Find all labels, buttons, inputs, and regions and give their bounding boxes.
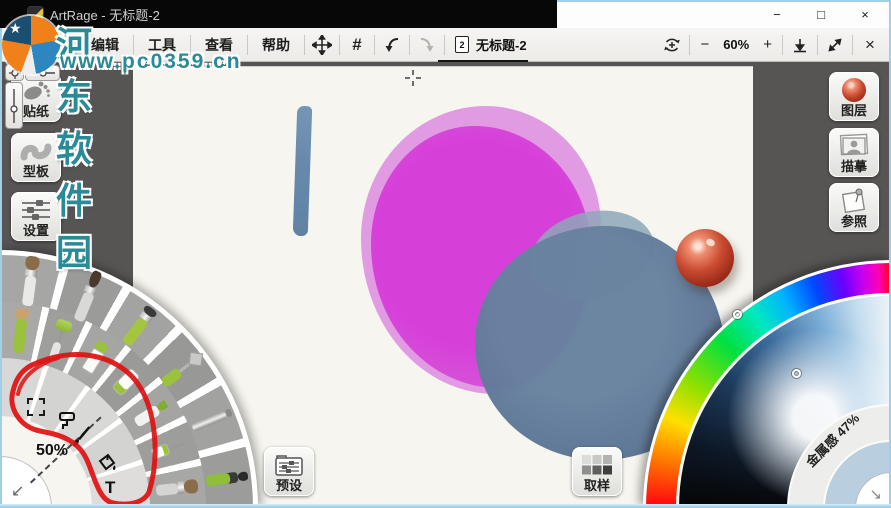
samples-button[interactable]: 取样	[572, 447, 622, 496]
titlebar-left[interactable]: ArtRage - 无标题-2	[0, 0, 557, 28]
divider	[190, 34, 191, 55]
menu-edit[interactable]: 编辑	[81, 35, 129, 55]
presets-button[interactable]: 预设	[264, 447, 314, 496]
precise-size-button[interactable]	[5, 64, 24, 81]
menu-file[interactable]: 文件	[24, 35, 72, 55]
grid-icon[interactable]: #	[344, 34, 370, 56]
fit-screen-icon[interactable]	[822, 34, 848, 56]
divider	[444, 34, 445, 55]
tracing-label: 描摹	[840, 159, 867, 174]
active-tab-underline	[438, 60, 528, 62]
collapse-arrow-icon: ↘	[869, 486, 882, 503]
text-tool[interactable]: T	[105, 478, 115, 498]
window-border	[0, 504, 891, 508]
menu-tools[interactable]: 工具	[138, 35, 186, 55]
divider	[817, 34, 818, 55]
paint-stroke-blue	[292, 105, 313, 237]
zoom-in-button[interactable]: +	[757, 36, 778, 53]
document-tab[interactable]: 2 无标题-2	[455, 35, 527, 54]
color-marker[interactable]	[792, 369, 801, 378]
tracing-image-icon	[829, 132, 879, 160]
layers-label: 图层	[840, 103, 867, 118]
samples-label: 取样	[583, 478, 610, 493]
divider	[689, 34, 691, 55]
maximize-button[interactable]: □	[799, 0, 843, 28]
layers-panel-button[interactable]: 图层	[829, 72, 879, 121]
menu-view[interactable]: 查看	[195, 35, 243, 55]
zoom-level: 60%	[723, 37, 750, 52]
window-border	[557, 0, 891, 2]
presets-label: 预设	[275, 478, 302, 493]
hue-marker[interactable]	[733, 310, 742, 319]
divider	[374, 34, 375, 55]
divider	[247, 34, 248, 55]
stencil-icon	[11, 137, 61, 165]
artrage-window: ArtRage - 无标题-2 − □ × 文件 编辑 工具 查看 帮助 # 2…	[0, 0, 891, 508]
crosshair-cursor	[405, 70, 421, 86]
pan-icon[interactable]	[309, 34, 335, 56]
document-icon: 2	[455, 36, 469, 53]
workspace: 贴纸 型板 设置 图层 描摹 参照 预设 取样 ↙ 50% T ↘ 金属感 47…	[0, 62, 891, 508]
layers-sphere-icon	[829, 76, 879, 104]
menu-help[interactable]: 帮助	[252, 35, 300, 55]
reference-panel-button[interactable]: 参照	[829, 183, 879, 232]
red-sphere-layer-object	[676, 229, 734, 287]
window-border	[0, 28, 2, 508]
settings-label: 设置	[22, 223, 49, 238]
pressure-slider-button[interactable]	[5, 82, 23, 129]
close-button[interactable]: ×	[843, 0, 887, 28]
transform-tool[interactable]	[56, 410, 78, 432]
window-title: ArtRage - 无标题-2	[50, 7, 160, 23]
divider	[782, 34, 783, 55]
collapse-arrow-icon: ↙	[11, 483, 25, 500]
pinned-photo-icon	[829, 187, 879, 215]
size-slider-button[interactable]	[25, 65, 60, 81]
reset-view-icon[interactable]	[659, 34, 685, 56]
stencils-panel-button[interactable]: 型板	[11, 133, 61, 182]
swatch-grid-icon	[572, 451, 622, 479]
settings-panel-button[interactable]: 设置	[11, 192, 61, 241]
close-workbench-icon[interactable]: ×	[857, 34, 883, 56]
sliders-icon	[11, 196, 61, 224]
divider	[852, 34, 853, 55]
presets-folder-icon	[264, 451, 314, 479]
fill-tool[interactable]	[95, 451, 120, 474]
stencils-label: 型板	[22, 164, 49, 179]
selection-tool[interactable]	[27, 398, 45, 416]
app-icon	[28, 6, 43, 22]
menubar: 文件 编辑 工具 查看 帮助 # 2 无标题-2 − 60% + ×	[0, 28, 891, 62]
stickers-label: 贴纸	[22, 104, 49, 119]
reference-label: 参照	[840, 214, 867, 229]
tracing-panel-button[interactable]: 描摹	[829, 128, 879, 177]
redo-icon[interactable]	[414, 34, 440, 56]
divider	[76, 34, 77, 55]
titlebar: ArtRage - 无标题-2 − □ ×	[0, 0, 891, 28]
titlebar-right: − □ ×	[557, 0, 891, 28]
minimize-button[interactable]: −	[755, 0, 799, 28]
export-icon[interactable]	[787, 34, 813, 56]
zoom-out-button[interactable]: −	[694, 36, 715, 53]
divider	[409, 34, 410, 55]
divider	[133, 34, 134, 55]
divider	[339, 34, 340, 55]
tool-size-label: 50%	[36, 442, 69, 459]
undo-icon[interactable]	[379, 34, 405, 56]
divider	[304, 34, 305, 55]
document-title: 无标题-2	[476, 38, 527, 53]
